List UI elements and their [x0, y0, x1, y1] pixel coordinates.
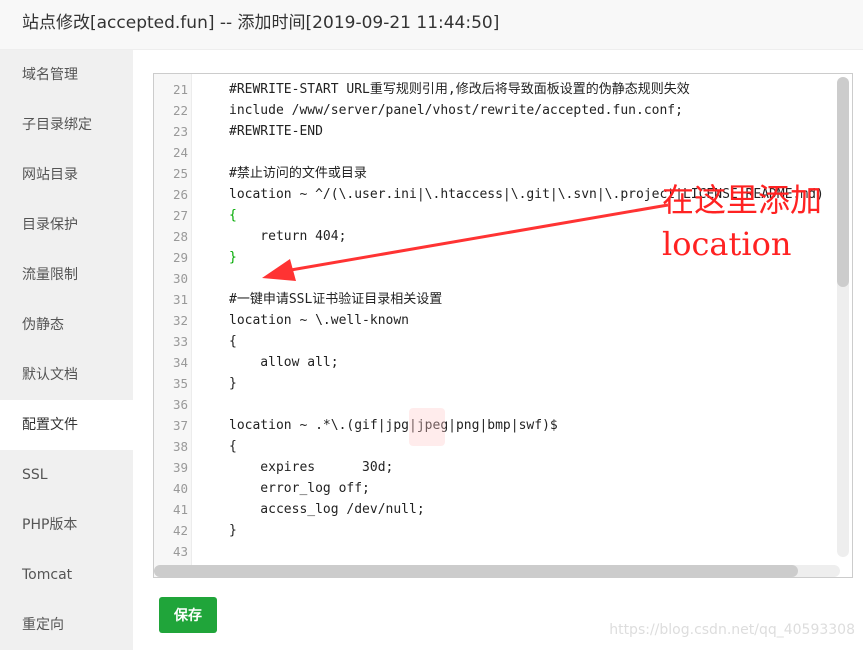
- line-number: 22: [172, 103, 188, 118]
- line-number: 36: [172, 397, 188, 412]
- sidebar-item[interactable]: PHP版本: [0, 500, 133, 550]
- line-number: 27: [172, 208, 188, 223]
- line-text: #禁止访问的文件或目录: [229, 166, 367, 181]
- line-number: 38: [172, 439, 188, 454]
- line-text: }: [229, 523, 237, 538]
- line-number: 33: [172, 334, 188, 349]
- line-text: {: [229, 334, 237, 349]
- line-text: #REWRITE-START URL重写规则引用,修改后将导致面板设置的伪静态规…: [229, 82, 690, 97]
- line-number: 40: [172, 481, 188, 496]
- code-line[interactable]: 41 access_log /dev/null;: [154, 499, 852, 520]
- code-line[interactable]: 40 error_log off;: [154, 478, 852, 499]
- config-editor[interactable]: 21 #REWRITE-START URL重写规则引用,修改后将导致面板设置的伪静…: [153, 73, 853, 578]
- line-number: 23: [172, 124, 188, 139]
- code-line[interactable]: 33 {: [154, 331, 852, 352]
- sidebar-item[interactable]: 伪静态: [0, 300, 133, 350]
- vertical-scrollbar[interactable]: [837, 77, 849, 557]
- horizontal-scroll-thumb[interactable]: [154, 565, 798, 577]
- code-line[interactable]: 30: [154, 268, 852, 289]
- sidebar: 域名管理 子目录绑定 网站目录 目录保护 流量限制 伪静态 默认文档 配置文件 SSL PHP版本…: [0, 50, 133, 650]
- code-line[interactable]: 31 #一键申请SSL证书验证目录相关设置: [154, 289, 852, 310]
- line-text: }: [229, 250, 237, 265]
- line-number: 28: [172, 229, 188, 244]
- line-number: 32: [172, 313, 188, 328]
- line-number: 35: [172, 376, 188, 391]
- line-text: #REWRITE-END: [229, 124, 323, 139]
- line-text: return 404;: [229, 229, 347, 244]
- line-number: 29: [172, 250, 188, 265]
- sidebar-item[interactable]: SSL: [0, 450, 133, 500]
- annotation-line-2: location: [662, 225, 792, 263]
- line-number: 21: [172, 82, 188, 97]
- code-line[interactable]: 36: [154, 394, 852, 415]
- code-line[interactable]: 35}: [154, 373, 852, 394]
- vertical-scroll-thumb[interactable]: [837, 77, 849, 287]
- code-line[interactable]: 39 expires 30d;: [154, 457, 852, 478]
- line-text: allow all;: [229, 355, 339, 370]
- line-text: }: [229, 376, 237, 391]
- line-number: 34: [172, 355, 188, 370]
- annotation-line-1: 在这里添加: [662, 181, 823, 219]
- code-line[interactable]: 42}: [154, 520, 852, 541]
- line-text: error_log off;: [229, 481, 370, 496]
- sidebar-item[interactable]: 默认文档: [0, 350, 133, 400]
- line-text: #一键申请SSL证书验证目录相关设置: [229, 292, 443, 307]
- sidebar-item[interactable]: 配置文件: [0, 400, 133, 450]
- line-text: include /www/server/panel/vhost/rewrite/…: [229, 103, 683, 118]
- line-number: 43: [172, 544, 188, 559]
- code-line[interactable]: 22 include /www/server/panel/vhost/rewrit…: [154, 100, 852, 121]
- sidebar-item[interactable]: 域名管理: [0, 50, 133, 100]
- watermark: https://blog.csdn.net/qq_40593308: [609, 622, 855, 638]
- line-number: 37: [172, 418, 188, 433]
- code-line[interactable]: 38 {: [154, 436, 852, 457]
- line-number: 42: [172, 523, 188, 538]
- sidebar-item[interactable]: 目录保护: [0, 200, 133, 250]
- sidebar-item[interactable]: 子目录绑定: [0, 100, 133, 150]
- code-line[interactable]: 32 location ~ \.well-known: [154, 310, 852, 331]
- annotation-text: 在这里添加 location: [662, 178, 822, 266]
- line-number: 25: [172, 166, 188, 181]
- line-number: 30: [172, 271, 188, 286]
- code-line[interactable]: 23 #REWRITE-END: [154, 121, 852, 142]
- code-line[interactable]: 37 location ~ .*\.(gif|jpg|jpeg|png|bmp|s…: [154, 415, 852, 436]
- line-text: {: [229, 439, 237, 454]
- line-text: location ~ .*\.(gif|jpg|jpeg|png|bmp|swf…: [229, 418, 558, 433]
- save-button[interactable]: 保存: [159, 597, 217, 633]
- line-number: 39: [172, 460, 188, 475]
- horizontal-scrollbar[interactable]: [154, 565, 840, 577]
- sidebar-item[interactable]: Tomcat: [0, 550, 133, 600]
- sidebar-item[interactable]: 流量限制: [0, 250, 133, 300]
- line-text: {: [229, 208, 237, 223]
- line-number: 24: [172, 145, 188, 160]
- cursor-overlay: [409, 408, 445, 446]
- line-text: access_log /dev/null;: [229, 502, 425, 517]
- sidebar-item[interactable]: 网站目录: [0, 150, 133, 200]
- line-number: 26: [172, 187, 188, 202]
- line-number: 41: [172, 502, 188, 517]
- code-line[interactable]: 21 #REWRITE-START URL重写规则引用,修改后将导致面板设置的伪静…: [154, 79, 852, 100]
- code-line[interactable]: 43: [154, 541, 852, 562]
- line-number: 31: [172, 292, 188, 307]
- sidebar-item[interactable]: 重定向: [0, 600, 133, 650]
- code-line[interactable]: 24: [154, 142, 852, 163]
- code-line[interactable]: 34 allow all;: [154, 352, 852, 373]
- dialog-title: 站点修改[accepted.fun] -- 添加时间[2019-09-21 11…: [0, 0, 863, 50]
- line-text: expires 30d;: [229, 460, 394, 475]
- line-text: location ~ \.well-known: [229, 313, 410, 328]
